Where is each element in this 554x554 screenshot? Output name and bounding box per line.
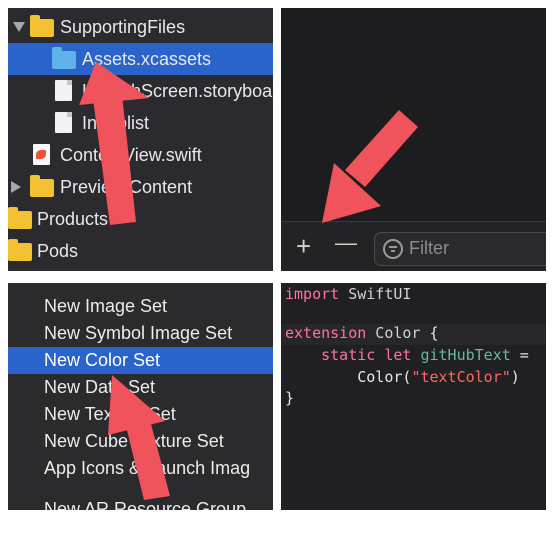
- menu-item-new-symbol-image-set[interactable]: New Symbol Image Set: [8, 320, 273, 347]
- menu-item-new-image-set[interactable]: New Image Set: [8, 293, 273, 320]
- context-menu: New Image Set New Symbol Image Set New C…: [8, 283, 273, 510]
- swift-file-icon: [33, 144, 50, 165]
- bottom-toolbar: + — Filter: [281, 221, 546, 271]
- menu-item-app-icons-launch-images[interactable]: App Icons & Launch Imag: [8, 455, 273, 482]
- nav-item-label: Assets.xcassets: [82, 48, 212, 69]
- plus-icon[interactable]: +: [296, 233, 311, 259]
- menu-item-new-ar-resource-group[interactable]: New AR Resource Group: [8, 496, 273, 510]
- storyboard-file-icon: [55, 80, 72, 101]
- nav-item-pods[interactable]: Pods: [8, 235, 273, 267]
- filter-icon: [383, 239, 403, 259]
- minus-icon[interactable]: —: [335, 230, 357, 256]
- code-line-6: }: [285, 389, 295, 407]
- code-editor[interactable]: import SwiftUI extension Color { static …: [281, 283, 546, 510]
- filter-placeholder: Filter: [409, 238, 449, 258]
- filter-input[interactable]: Filter: [374, 232, 546, 266]
- code-line-3: extension Color {: [281, 324, 546, 345]
- folder-icon: [30, 15, 54, 37]
- nav-item-preview-content[interactable]: Preview Content: [8, 171, 273, 203]
- nav-item-label: Preview Content: [60, 176, 193, 197]
- code-line-4: static let gitHubText =: [285, 346, 529, 364]
- nav-item-label: Products: [37, 208, 109, 229]
- asset-editor-area: + — Filter: [281, 8, 546, 271]
- nav-item-assets[interactable]: Assets.xcassets: [8, 43, 273, 75]
- disclosure-triangle-icon[interactable]: [13, 22, 25, 32]
- project-navigator: SupportingFiles Assets.xcassets LaunchSc…: [8, 8, 273, 271]
- nav-item-infoplist[interactable]: Info.plist: [8, 107, 273, 139]
- folder-icon: [8, 207, 32, 229]
- code-line-5: Color("textColor"): [285, 368, 520, 386]
- nav-item-label: Pods: [37, 240, 79, 261]
- menu-item-new-data-set[interactable]: New Data Set: [8, 374, 273, 401]
- nav-item-contentview[interactable]: ContentView.swift: [8, 139, 273, 171]
- nav-item-products[interactable]: Products: [8, 203, 273, 235]
- nav-item-label: Info.plist: [82, 112, 150, 133]
- nav-item-label: LaunchScreen.storyboa: [82, 80, 273, 101]
- nav-item-launchscreen[interactable]: LaunchScreen.storyboa: [8, 75, 273, 107]
- menu-item-new-cube-texture-set[interactable]: New Cube Texture Set: [8, 428, 273, 455]
- menu-item-new-texture-set[interactable]: New Texture Set: [8, 401, 273, 428]
- nav-item-supportingfiles[interactable]: SupportingFiles: [8, 11, 273, 43]
- folder-icon: [30, 175, 54, 197]
- menu-item-new-color-set[interactable]: New Color Set: [8, 347, 273, 374]
- nav-item-label: SupportingFiles: [60, 16, 186, 37]
- asset-catalog-icon: [52, 47, 76, 69]
- folder-icon: [8, 239, 32, 261]
- plist-file-icon: [55, 112, 72, 133]
- disclosure-triangle-icon[interactable]: [11, 181, 21, 193]
- nav-item-label: ContentView.swift: [60, 144, 202, 165]
- code-line-1: import SwiftUI: [285, 285, 412, 303]
